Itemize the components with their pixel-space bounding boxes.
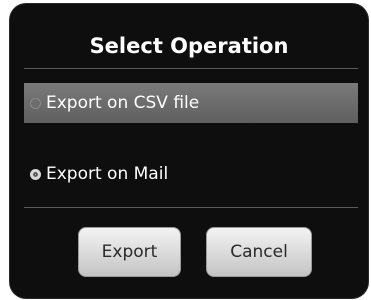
- export-button[interactable]: Export: [78, 227, 181, 277]
- select-operation-dialog: Select Operation Export on CSV file Expo…: [10, 4, 368, 298]
- option-export-mail[interactable]: Export on Mail: [24, 154, 358, 194]
- cancel-button[interactable]: Cancel: [206, 227, 312, 277]
- divider-bottom: [24, 207, 358, 208]
- radio-selected-icon[interactable]: [30, 168, 41, 180]
- dialog-title: Select Operation: [89, 34, 289, 58]
- radio-unselected-icon[interactable]: [30, 97, 41, 109]
- option-export-csv-label: Export on CSV file: [46, 93, 200, 113]
- divider-top: [24, 68, 358, 69]
- option-export-csv[interactable]: Export on CSV file: [24, 83, 358, 123]
- option-export-mail-label: Export on Mail: [46, 164, 169, 184]
